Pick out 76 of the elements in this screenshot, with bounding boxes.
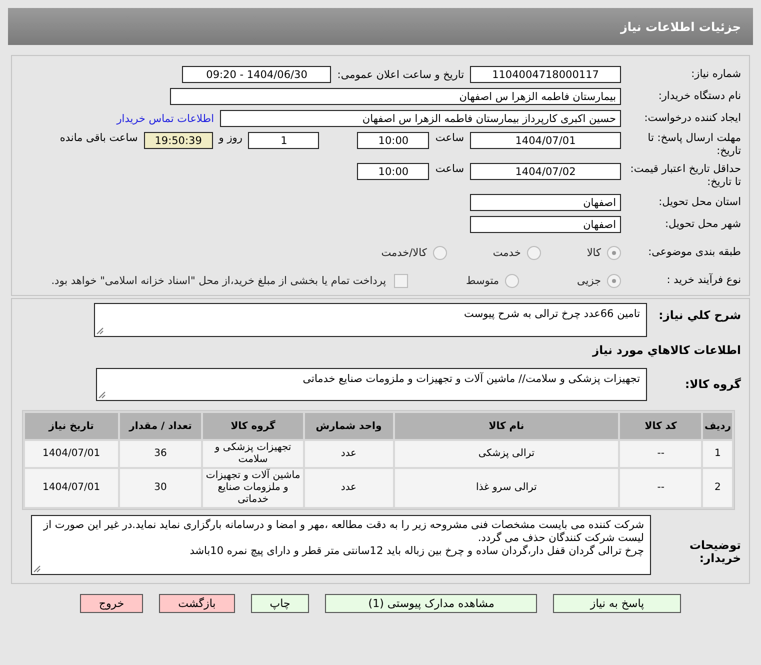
notes-label: توضیحات خریدار: <box>688 537 741 565</box>
goods-group-label: گروه کالا: <box>684 378 741 391</box>
table-cell: -- <box>620 441 702 467</box>
column-header: کد کالا <box>620 413 702 439</box>
time-field[interactable]: 10:00 <box>357 163 430 180</box>
column-header: تعداد / مقدار <box>120 413 202 439</box>
action-button[interactable]: خروج <box>80 594 144 613</box>
column-header: نام کالا <box>394 413 618 439</box>
buyer-contact-link[interactable]: اطلاعات تماس خریدار <box>116 112 214 124</box>
field-label: ساعت باقی مانده <box>60 132 138 144</box>
remaining-time-field: 19:50:39 <box>144 132 213 149</box>
action-button[interactable]: مشاهده مدارک پیوستی (1) <box>325 594 538 613</box>
goods-group-field[interactable]: تجهیزات پزشکی و سلامت// ماشین آلات و تجهیزات و ملزومات صنایع خدماتی <box>96 368 647 401</box>
column-header: گروه کالا <box>203 413 303 439</box>
table-cell: عدد <box>304 441 393 467</box>
column-header: ردیف <box>703 413 732 439</box>
requester-field[interactable]: حسین اکبری کارپرداز بیمارستان فاطمه الزهرا س اصفهان <box>220 110 621 127</box>
radio-button[interactable] <box>432 246 447 260</box>
field-label: شهر محل تحویل: <box>664 218 741 231</box>
action-button[interactable]: پاسخ به نیاز <box>553 594 682 613</box>
field-label: ساعت <box>435 163 464 175</box>
radio-label: خدمت <box>492 246 521 258</box>
table-cell: 30 <box>120 469 202 507</box>
summary-field[interactable]: تامین 66عدد چرخ ترالی به شرح پیوست <box>94 303 647 337</box>
table-cell: 1 <box>703 441 732 467</box>
radio-button[interactable] <box>607 246 621 260</box>
column-header: تاریخ نیاز <box>25 413 118 439</box>
field-label: نوع فرآیند خرید : <box>666 274 741 287</box>
table-cell: 1404/07/01 <box>25 441 118 467</box>
field-label: مهلت ارسال پاسخ: تا تاریخ: <box>646 132 741 158</box>
action-button[interactable]: بازگشت <box>159 594 235 613</box>
table-cell: 2 <box>703 469 732 507</box>
field-label: ساعت <box>435 132 464 144</box>
table-cell: ترالی سرو غذا <box>394 469 618 507</box>
date-field[interactable]: 1404/07/01 <box>470 132 621 149</box>
field-label: شماره نیاز: <box>690 68 741 81</box>
column-header: واحد شمارش <box>304 413 393 439</box>
city-field[interactable]: اصفهان <box>470 216 621 233</box>
radio-button[interactable] <box>505 274 520 288</box>
section-title: اطلاعات کالاهاي مورد نياز <box>591 344 741 357</box>
field-label: طبقه بندی موضوعی: <box>647 246 741 259</box>
table-cell: ترالی پزشکی <box>394 441 618 467</box>
radio-button[interactable] <box>607 274 621 288</box>
resize-grip-icon[interactable] <box>98 391 106 399</box>
field-label: ایجاد کننده درخواست: <box>643 112 741 125</box>
buyer-field[interactable]: بیمارستان فاطمه الزهرا س اصفهان <box>170 88 621 105</box>
table-cell: 1404/07/01 <box>25 469 118 507</box>
resize-grip-icon[interactable] <box>33 565 41 573</box>
page-title: جزئیات اطلاعات نیاز <box>620 20 741 34</box>
radio-button[interactable] <box>526 246 541 260</box>
field-label: استان محل تحویل: <box>658 196 741 209</box>
notes-field[interactable]: شرکت کننده می بایست مشخصات فنی مشروحه زیر را به دقت مطالعه ،مهر و امضا و درسامانه بارگزاری نماید نماید.در غیر این صورت از لیست شرکت کنندگان حذف می گردد. چرخ ترالی گردان قفل دار،گردان ساده و چرخ بین زباله باید 12سانتی متر قطر و دارای پیچ نمره 10باشد <box>31 515 651 575</box>
action-button[interactable]: چاپ <box>250 594 310 613</box>
radio-label: کالا/خدمت <box>381 246 427 258</box>
radio-label: جزیی <box>577 274 601 286</box>
announce-date-field[interactable]: 1404/06/30 - 09:20 <box>182 66 332 83</box>
table-cell: تجهیزات پزشکی و سلامت <box>203 441 303 467</box>
time-field[interactable]: 10:00 <box>357 132 430 149</box>
need-number-field[interactable]: 1104004718000117 <box>470 66 621 83</box>
field-label: روز و <box>218 132 242 144</box>
table-cell: 36 <box>120 441 202 467</box>
summary-label: شرح کلي نياز: <box>658 307 741 322</box>
field-label: نام دستگاه خریدار: <box>657 90 741 103</box>
province-field[interactable]: اصفهان <box>470 194 621 211</box>
table-cell: ماشین آلات و تجهیزات و ملزومات صنایع خدماتی <box>203 469 303 507</box>
table-cell: عدد <box>304 469 393 507</box>
field-label: تاریخ و ساعت اعلان عمومی: <box>337 68 464 80</box>
checkbox[interactable] <box>394 274 408 288</box>
table-cell: -- <box>620 469 702 507</box>
days-field[interactable]: 1 <box>248 132 320 149</box>
date-field[interactable]: 1404/07/02 <box>470 163 621 180</box>
field-label: حداقل تاریخ اعتبار قیمت: تا تاریخ: <box>629 163 741 189</box>
radio-label: متوسط <box>466 274 500 286</box>
checkbox-label: پرداخت تمام یا بخشی از مبلغ خرید،از محل "اسناد خزانه اسلامی" خواهد بود. <box>51 274 386 286</box>
radio-label: کالا <box>586 246 601 258</box>
resize-grip-icon[interactable] <box>96 327 104 335</box>
